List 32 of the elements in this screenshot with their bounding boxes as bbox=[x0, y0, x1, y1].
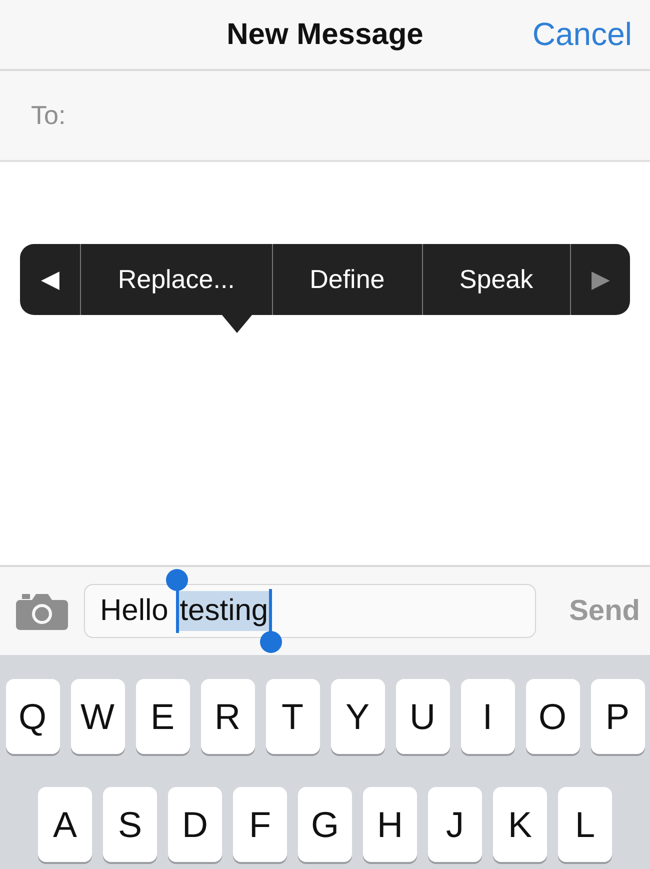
menu-item[interactable]: Replace... bbox=[80, 244, 272, 315]
selection-handle[interactable] bbox=[166, 569, 188, 591]
camera-icon[interactable] bbox=[16, 592, 68, 630]
key[interactable]: U bbox=[396, 679, 450, 754]
key[interactable]: T bbox=[266, 679, 320, 754]
key[interactable]: O bbox=[526, 679, 580, 754]
key[interactable]: Y bbox=[330, 679, 384, 754]
nav-title: New Message bbox=[226, 18, 424, 52]
selection-cursor bbox=[176, 589, 179, 633]
key[interactable]: K bbox=[493, 787, 547, 862]
key[interactable]: L bbox=[558, 787, 612, 862]
key[interactable]: Q bbox=[6, 679, 60, 754]
key[interactable]: I bbox=[460, 679, 514, 754]
key[interactable]: E bbox=[136, 679, 190, 754]
key[interactable]: J bbox=[428, 787, 482, 862]
key[interactable]: R bbox=[200, 679, 254, 754]
menu-item[interactable]: Speak bbox=[422, 244, 570, 315]
key[interactable]: F bbox=[233, 787, 287, 862]
key[interactable]: G bbox=[298, 787, 352, 862]
key[interactable]: P bbox=[590, 679, 644, 754]
key[interactable]: S bbox=[103, 787, 157, 862]
selection-handle[interactable] bbox=[260, 631, 282, 653]
selection-cursor bbox=[269, 589, 272, 633]
message-field[interactable]: Hello testing bbox=[84, 584, 536, 638]
key[interactable]: D bbox=[168, 787, 222, 862]
selected-text: testing bbox=[176, 591, 272, 631]
key[interactable]: A bbox=[38, 787, 92, 862]
key[interactable]: W bbox=[70, 679, 124, 754]
key[interactable]: H bbox=[363, 787, 417, 862]
menu-item[interactable]: Define bbox=[272, 244, 422, 315]
cancel-button[interactable]: Cancel bbox=[532, 16, 632, 53]
to-label: To: bbox=[31, 100, 66, 131]
